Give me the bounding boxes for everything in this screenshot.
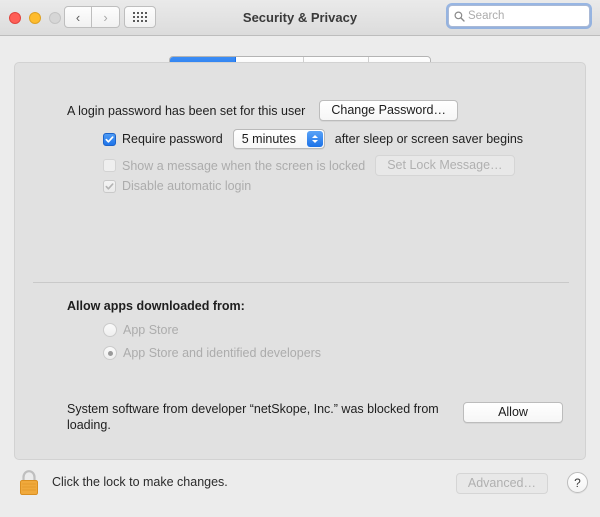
- password-delay-popup[interactable]: 5 minutes: [232, 129, 325, 149]
- disable-auto-login-row: Disable automatic login: [103, 179, 251, 193]
- window-titlebar: ‹ › Security & Privacy: [0, 0, 600, 36]
- allow-apps-option-identified-developers: App Store and identified developers: [103, 346, 321, 360]
- password-delay-value: 5 minutes: [241, 132, 296, 146]
- require-password-label: Require password: [122, 132, 223, 146]
- help-button[interactable]: ?: [567, 472, 588, 493]
- radio-app-store-label: App Store: [123, 323, 179, 337]
- change-password-button[interactable]: Change Password…: [319, 100, 458, 121]
- lock-hint-text: Click the lock to make changes.: [52, 475, 228, 489]
- allow-apps-option-appstore: App Store: [103, 323, 179, 337]
- allow-apps-heading: Allow apps downloaded from:: [67, 299, 245, 313]
- search-field[interactable]: [448, 5, 590, 27]
- show-lock-message-label: Show a message when the screen is locked: [122, 158, 366, 173]
- stepper-arrows-icon: [306, 131, 323, 147]
- window-footer: Click the lock to make changes. Advanced…: [0, 460, 600, 517]
- security-privacy-window: ‹ › Security & Privacy General F: [0, 0, 600, 517]
- search-icon: [454, 11, 465, 22]
- require-password-checkbox[interactable]: [103, 132, 116, 146]
- radio-identified-developers-label: App Store and identified developers: [123, 346, 322, 360]
- login-password-row: A login password has been set for this u…: [67, 100, 458, 121]
- search-input[interactable]: [468, 10, 583, 22]
- checkmark-icon: [105, 182, 114, 190]
- radio-selected-dot-icon: [107, 350, 113, 356]
- disable-auto-login-label: Disable automatic login: [122, 179, 252, 193]
- disable-auto-login-checkbox: [103, 179, 116, 193]
- require-password-row: Require password 5 minutes after sleep o…: [103, 129, 523, 149]
- locked-padlock-icon[interactable]: [16, 468, 42, 498]
- show-lock-message-row: Show a message when the screen is locked…: [103, 155, 515, 176]
- help-question-mark-icon: ?: [574, 475, 581, 490]
- radio-app-store-identified-developers: [103, 346, 117, 360]
- radio-app-store: [103, 323, 117, 337]
- advanced-button: Advanced…: [455, 473, 548, 494]
- general-pane: A login password has been set for this u…: [14, 62, 586, 460]
- checkmark-icon: [105, 135, 114, 143]
- set-lock-message-button: Set Lock Message…: [375, 155, 515, 176]
- show-lock-message-checkbox: [103, 159, 116, 172]
- allow-button[interactable]: Allow: [463, 402, 563, 423]
- require-password-suffix: after sleep or screen saver begins: [334, 132, 524, 146]
- allow-apps-heading-row: Allow apps downloaded from:: [67, 299, 245, 313]
- blocked-software-message: System software from developer “netSkope…: [67, 402, 439, 432]
- login-password-label: A login password has been set for this u…: [67, 103, 306, 118]
- section-divider: [33, 282, 569, 283]
